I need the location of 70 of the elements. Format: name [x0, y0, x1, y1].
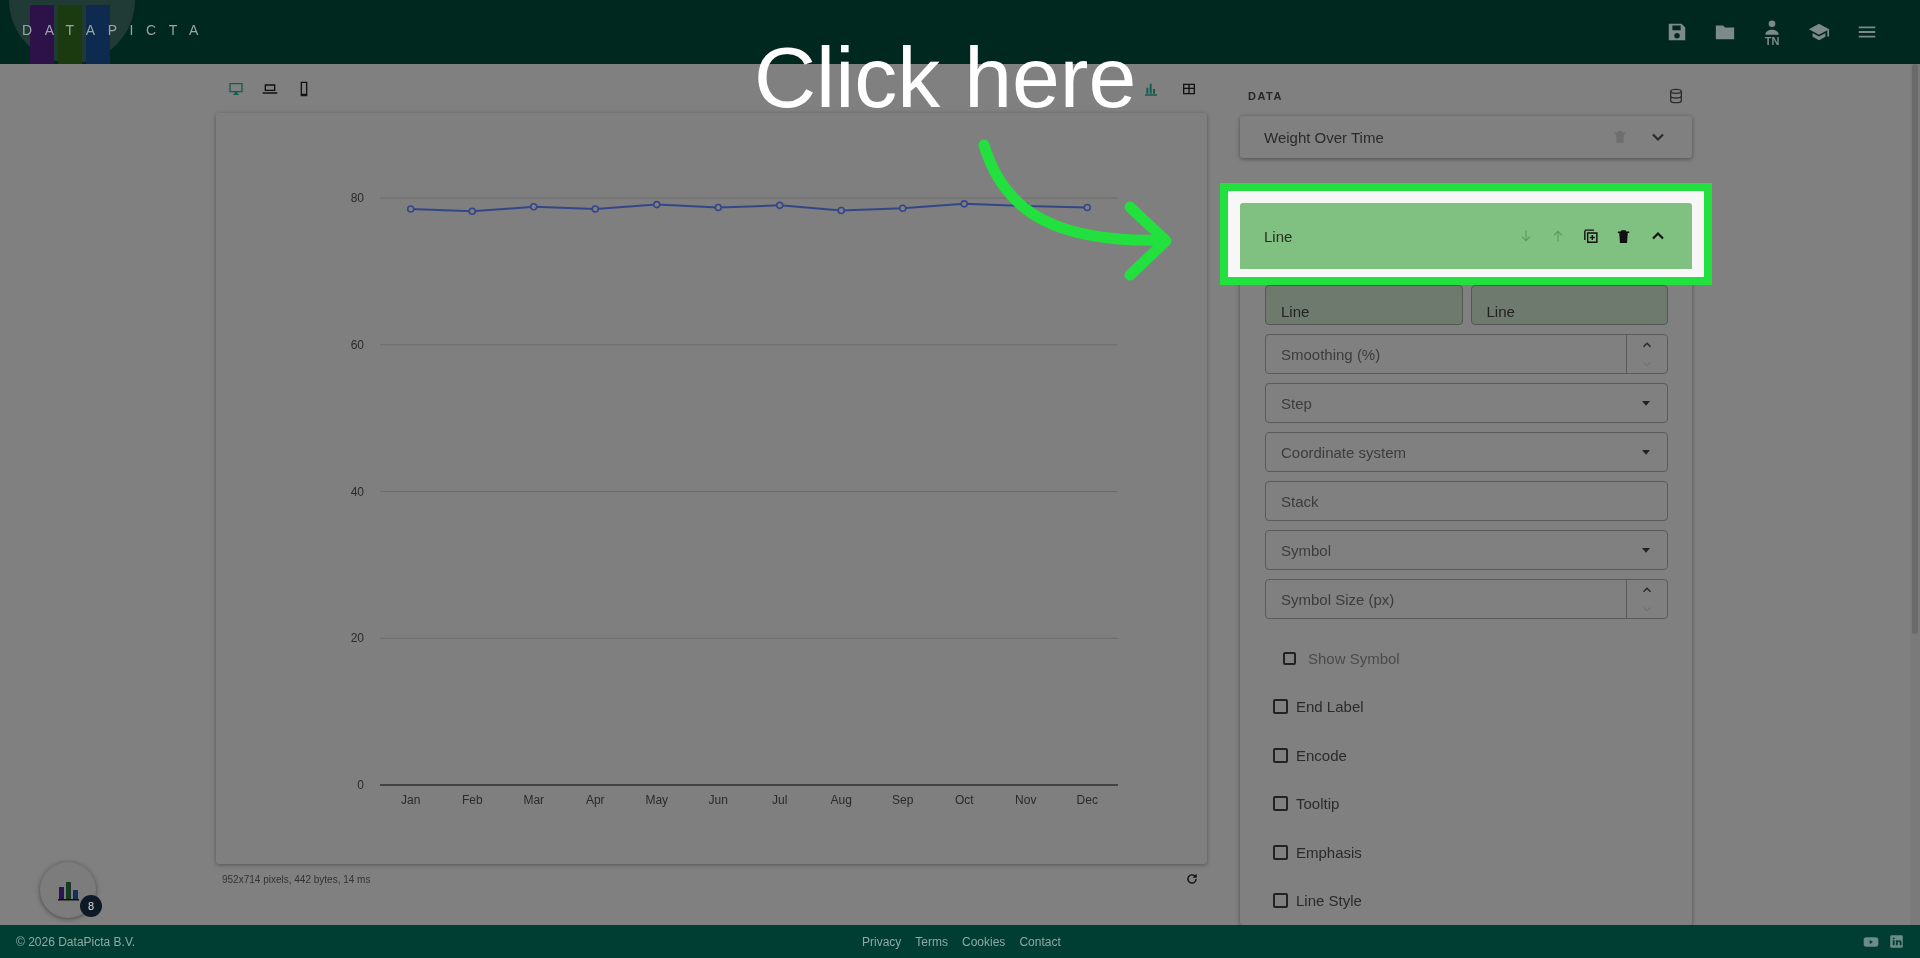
axis-tick-label: Apr [585, 793, 605, 807]
save-icon[interactable] [1666, 21, 1688, 43]
data-point [406, 205, 415, 213]
footer-link[interactable]: Privacy [862, 934, 902, 949]
axis-tick-label: Dec [1076, 793, 1098, 807]
chart-button[interactable] [40, 862, 96, 918]
axis-tick-label: Feb [461, 793, 483, 807]
checkbox-label: Emphasis [1296, 843, 1362, 861]
checkbox[interactable] [1273, 747, 1288, 763]
data-point [837, 206, 846, 215]
checkbox-label: End Label [1296, 698, 1364, 716]
axis-tick-label: Sep [892, 793, 914, 807]
select-field[interactable]: Coordinate system [1265, 432, 1668, 472]
footer-link[interactable]: Terms [915, 934, 948, 949]
axis-tick-label: Jun [708, 793, 728, 807]
checkbox-label: Tooltip [1296, 795, 1340, 813]
data-item[interactable]: Weight Over Time [1240, 116, 1692, 158]
checkbox-label: Encode [1296, 746, 1347, 764]
data-point [775, 201, 784, 210]
data-point [591, 205, 600, 213]
database-icon[interactable] [1668, 88, 1684, 104]
refresh-icon[interactable] [1185, 872, 1199, 886]
graduation-cap-icon[interactable] [1808, 21, 1830, 43]
axis-tick-label: 20 [350, 631, 364, 646]
axis-tick-label: 40 [350, 484, 364, 499]
number-field[interactable]: Symbol Size (px) [1265, 579, 1668, 619]
checkbox[interactable] [1273, 893, 1288, 909]
number-field[interactable]: Smoothing (%) [1265, 334, 1668, 374]
layer-header[interactable]: Line [1240, 203, 1692, 269]
scrollbar[interactable] [1910, 64, 1920, 925]
data-point [468, 207, 477, 215]
axis-tick-label: 80 [350, 191, 364, 205]
count-badge: 8 [80, 895, 102, 917]
data-point [652, 200, 661, 209]
data-point [898, 204, 907, 213]
axis-tick-label: Mar [523, 793, 545, 807]
person-icon [1762, 18, 1782, 38]
logo-text: DATAPICTA [22, 22, 212, 38]
axis-tick-label: May [645, 793, 669, 807]
layer-title: Line [1264, 227, 1294, 245]
data-point [529, 203, 538, 211]
select-field[interactable]: Symbol [1265, 530, 1668, 570]
footer-link[interactable]: Contact [1019, 934, 1061, 949]
checkbox[interactable] [1273, 699, 1288, 715]
data-point [1083, 203, 1092, 212]
data-item-title: Weight Over Time [1264, 128, 1385, 146]
copyright-text: © 2026 DataPicta B.V. [16, 934, 136, 949]
user-button[interactable]: TN [1762, 18, 1782, 46]
duplicate-icon[interactable] [1582, 227, 1599, 245]
axis-tick-label: Oct [954, 793, 974, 807]
checkbox[interactable] [1273, 796, 1288, 812]
axis-tick-label: 0 [357, 778, 364, 792]
delete-icon[interactable] [1615, 227, 1632, 245]
footer-link[interactable]: Cookies [962, 934, 1006, 949]
status-text: 952x714 pixels, 442 bytes, 14 ms [222, 873, 371, 885]
axis-tick-label: Nov [1015, 793, 1037, 807]
data-point [960, 200, 969, 208]
axis-tick-label: Jul [772, 793, 788, 807]
data-point [714, 203, 723, 212]
text-field[interactable]: Line [1265, 285, 1463, 325]
text-field[interactable]: Stack [1265, 481, 1668, 521]
checkbox-label: Line Style [1296, 892, 1362, 910]
axis-tick-label: 60 [350, 337, 364, 352]
axis-tick-label: Aug [830, 793, 852, 807]
linkedin-icon[interactable] [1889, 933, 1904, 949]
text-field[interactable]: Line [1470, 285, 1668, 325]
axis-tick-label: Jan [401, 793, 421, 807]
checkbox[interactable] [1273, 844, 1288, 860]
select-field[interactable]: Step [1265, 383, 1668, 423]
section-title: DATA [1248, 90, 1283, 102]
